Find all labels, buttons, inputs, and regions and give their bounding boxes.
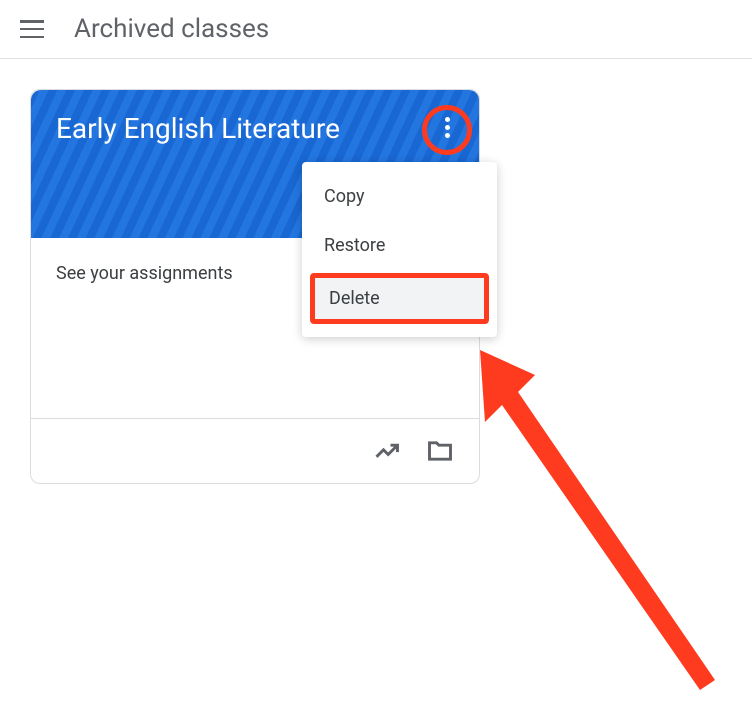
menu-item-restore[interactable]: Restore [302, 221, 497, 270]
hamburger-menu-icon[interactable] [20, 17, 44, 41]
card-footer [31, 418, 479, 483]
menu-item-copy[interactable]: Copy [302, 172, 497, 221]
trending-icon[interactable] [373, 437, 401, 465]
folder-icon[interactable] [426, 437, 454, 465]
class-card: Early English Literature Copy Restore De… [30, 89, 480, 484]
menu-item-delete[interactable]: Delete [315, 278, 484, 319]
options-dropdown: Copy Restore Delete [302, 162, 497, 337]
class-title[interactable]: Early English Literature [56, 112, 454, 145]
more-options-button[interactable] [435, 115, 459, 139]
main-content: Early English Literature Copy Restore De… [0, 59, 752, 514]
annotation-highlight-box: Delete [310, 273, 489, 324]
app-header: Archived classes [0, 0, 752, 59]
page-title: Archived classes [74, 14, 269, 44]
